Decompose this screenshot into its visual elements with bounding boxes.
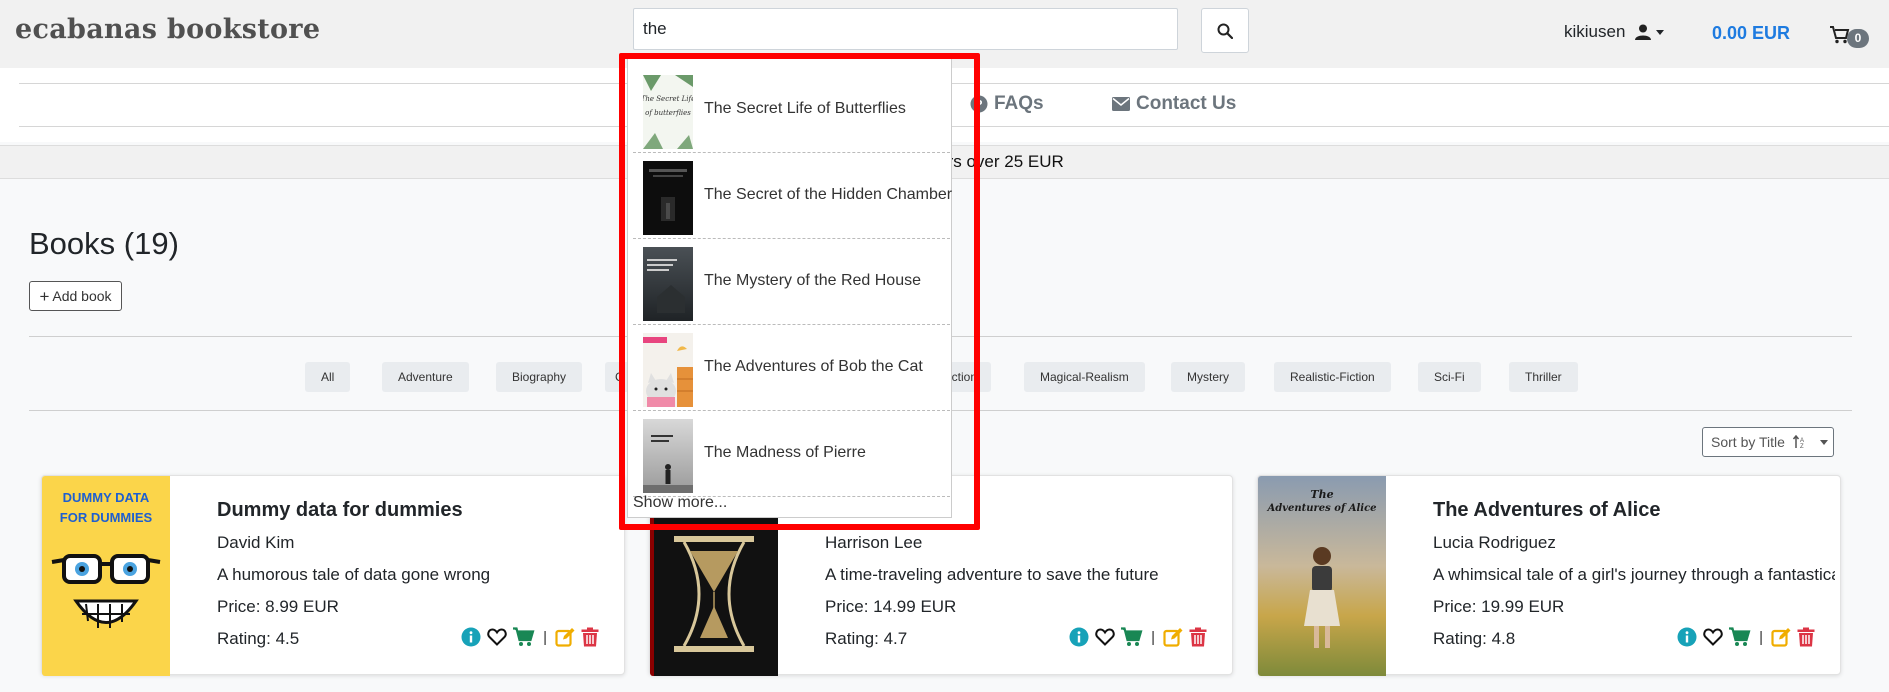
nav-faqs[interactable]: ? FAQs [970,93,1044,115]
book-title[interactable]: The Adventures of Alice [1433,499,1660,522]
user-menu[interactable]: kikiusen [1564,22,1665,42]
cover-text: FOR DUMMIES [60,510,153,525]
cart-count-badge: 0 [1847,29,1869,48]
trash-icon[interactable] [1797,627,1815,647]
book-price: Price: 8.99 EUR [217,597,339,616]
add-to-cart-icon[interactable] [1121,627,1143,647]
show-more-link[interactable]: Show more... [633,494,727,512]
edit-icon[interactable] [555,627,575,647]
category-chip-mystery[interactable]: Mystery [1171,362,1245,392]
category-chip-thriller[interactable]: Thriller [1509,362,1578,392]
username: kikiusen [1564,22,1626,41]
heart-icon[interactable] [1095,628,1115,646]
category-chip-adventure[interactable]: Adventure [382,362,469,392]
book-price: Price: 19.99 EUR [1433,597,1565,616]
card-actions: | [1069,627,1207,647]
category-chip-magical-realism[interactable]: Magical-Realism [1024,362,1145,392]
question-circle-icon: ? [970,95,988,113]
book-card: DUMMY DATA FOR DUMMIES Dummy data for du… [41,475,625,676]
page-title: Books (19) [29,226,179,261]
book-description: A time-traveling adventure to save the f… [825,565,1159,584]
edit-icon[interactable] [1163,627,1183,647]
book-author: Harrison Lee [825,533,923,552]
trash-icon[interactable] [581,627,599,647]
sort-dropdown[interactable]: Sort by Title AZ [1702,427,1834,457]
book-rating: Rating: 4.8 [1433,629,1516,648]
info-icon[interactable] [461,627,481,647]
card-actions: | [461,627,599,647]
nav-contact-label: Contact Us [1136,93,1237,114]
category-chip-all[interactable]: All [305,362,351,392]
heart-icon[interactable] [1703,628,1723,646]
suggestion-label: The Secret of the Hidden Chamber [704,186,953,203]
nav-contact[interactable]: Contact Us [1112,93,1236,115]
book-price: Price: 14.99 EUR [825,597,957,616]
add-book-button[interactable]: + Add book [29,281,122,311]
category-chip-biography[interactable]: Biography [496,362,583,392]
cover-text: Adventures of Alice [1266,503,1376,514]
suggestion-item[interactable]: The Secret Life of butterflies The Secre… [633,67,950,153]
chevron-down-icon [1656,29,1665,35]
search-input[interactable] [633,8,1178,50]
sort-label: Sort by Title [1711,434,1785,450]
suggestion-item[interactable]: The Madness of Pierre [633,411,950,497]
cover-text: The [1310,488,1333,501]
suggestion-thumbnail [643,333,693,407]
suggestion-label: The Secret Life of Butterflies [704,100,906,117]
envelope-icon [1112,97,1130,111]
book-author: David Kim [217,533,295,552]
book-rating: Rating: 4.5 [217,629,300,648]
edit-icon[interactable] [1771,627,1791,647]
svg-text:The Secret Life: The Secret Life [643,95,693,103]
search-suggestions: The Secret Life of butterflies The Secre… [627,58,952,518]
book-cover[interactable]: The Adventures of Alice [1258,476,1386,676]
search-icon [1217,23,1233,39]
separator: | [1151,628,1155,646]
book-rating: Rating: 4.7 [825,629,908,648]
suggestion-label: The Mystery of the Red House [704,272,921,289]
search-button[interactable] [1201,8,1249,53]
cart-button[interactable]: 0 [1830,22,1869,48]
suggestion-item[interactable]: The Adventures of Bob the Cat [633,325,950,411]
trash-icon[interactable] [1189,627,1207,647]
nav-faqs-label: FAQs [994,93,1044,114]
add-to-cart-icon[interactable] [1729,627,1751,647]
svg-text:?: ? [975,98,982,112]
card-actions: | [1677,627,1815,647]
book-description: A whimsical tale of a girl's journey thr… [1433,565,1835,584]
chevron-down-icon [1819,439,1828,445]
book-cover[interactable]: DUMMY DATA FOR DUMMIES [42,476,170,676]
add-to-cart-icon[interactable] [513,627,535,647]
info-icon[interactable] [1069,627,1089,647]
suggestion-item[interactable]: The Mystery of the Red House [633,239,950,325]
category-chip-sci-fi[interactable]: Sci-Fi [1418,362,1481,392]
svg-text:Z: Z [1800,444,1804,449]
suggestion-thumbnail [643,419,693,493]
balance-link[interactable]: 0.00 EUR [1712,23,1790,44]
brand-logo[interactable]: ecabanas bookstore [15,14,320,45]
user-icon [1635,24,1665,40]
add-book-label: Add book [52,288,112,304]
book-description: A humorous tale of data gone wrong [217,565,491,584]
heart-icon[interactable] [487,628,507,646]
book-title[interactable]: Dummy data for dummies [217,499,463,522]
nav-divider [19,83,1889,84]
info-icon[interactable] [1677,627,1697,647]
category-chip-realistic-fiction[interactable]: Realistic-Fiction [1274,362,1391,392]
book-card: The Adventures of Alice The Adventures o… [1257,475,1841,676]
suggestion-thumbnail [643,161,693,235]
book-author: Lucia Rodriguez [1433,533,1556,552]
nav-divider [19,126,1889,127]
separator: | [543,628,547,646]
suggestion-label: The Madness of Pierre [704,444,866,461]
suggestion-label: The Adventures of Bob the Cat [704,358,923,375]
plus-icon: + [39,286,50,306]
cover-text: DUMMY DATA [63,490,150,505]
svg-text:of butterflies: of butterflies [645,109,691,117]
separator: | [1759,628,1763,646]
suggestion-item[interactable]: The Secret of the Hidden Chamber [633,153,953,239]
suggestion-thumbnail [643,247,693,321]
sort-ascending-icon: AZ [1792,435,1804,449]
suggestion-thumbnail: The Secret Life of butterflies [643,75,693,149]
